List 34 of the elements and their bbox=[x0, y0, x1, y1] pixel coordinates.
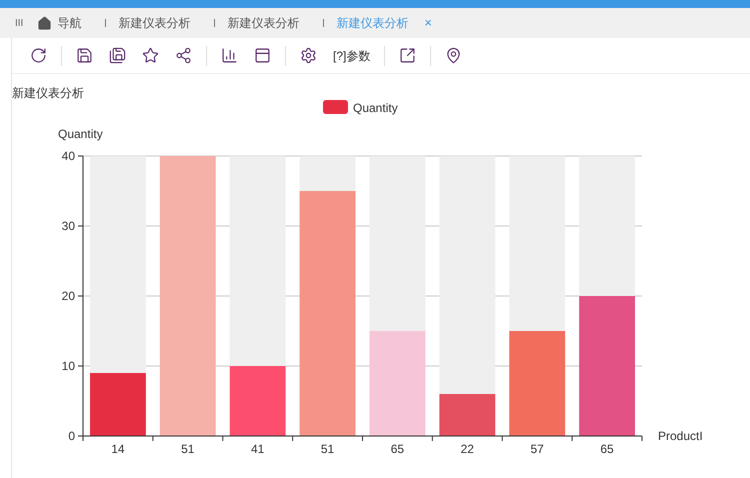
x-axis-title: ProductI bbox=[658, 429, 703, 443]
y-axis-title: Quantity bbox=[58, 127, 103, 141]
x-tick-label: 22 bbox=[460, 442, 474, 456]
tab-menu-handle[interactable]: III bbox=[15, 16, 24, 30]
x-tick-label: 57 bbox=[530, 442, 544, 456]
x-tick-label: 51 bbox=[181, 442, 194, 456]
legend-label: Quantity bbox=[353, 101, 398, 115]
y-tick-label: 10 bbox=[62, 359, 75, 373]
layout-icon bbox=[254, 47, 271, 64]
legend-item[interactable]: Quantity bbox=[323, 100, 398, 115]
x-tick-label: 41 bbox=[251, 442, 264, 456]
home-icon bbox=[37, 16, 52, 30]
y-tick-label: 20 bbox=[62, 289, 75, 303]
save-as-icon bbox=[109, 47, 126, 64]
star-icon bbox=[142, 47, 159, 64]
x-tick-label: 14 bbox=[111, 442, 125, 456]
y-tick-label: 30 bbox=[62, 219, 75, 233]
x-tick-label: 65 bbox=[600, 442, 614, 456]
x-tick-label: 51 bbox=[320, 442, 334, 456]
bar-chart-icon bbox=[221, 47, 238, 64]
y-tick-label: 40 bbox=[62, 149, 75, 163]
y-tick-label: 0 bbox=[68, 429, 75, 443]
parameters-button[interactable]: [?]参数 bbox=[325, 46, 378, 64]
tab[interactable]: 新建仪表分析 bbox=[118, 14, 190, 32]
location-pin-icon bbox=[445, 47, 462, 64]
tab[interactable]: 新建仪表分析 bbox=[227, 14, 300, 32]
refresh-icon bbox=[30, 47, 47, 64]
export-icon bbox=[399, 47, 416, 64]
settings-icon bbox=[300, 47, 317, 64]
save-icon bbox=[76, 47, 93, 64]
share-icon bbox=[175, 47, 192, 64]
x-tick-label: 65 bbox=[390, 442, 404, 456]
tab[interactable]: 导航 bbox=[37, 14, 82, 32]
dashboard-title: 新建仪表分析 bbox=[12, 86, 84, 100]
